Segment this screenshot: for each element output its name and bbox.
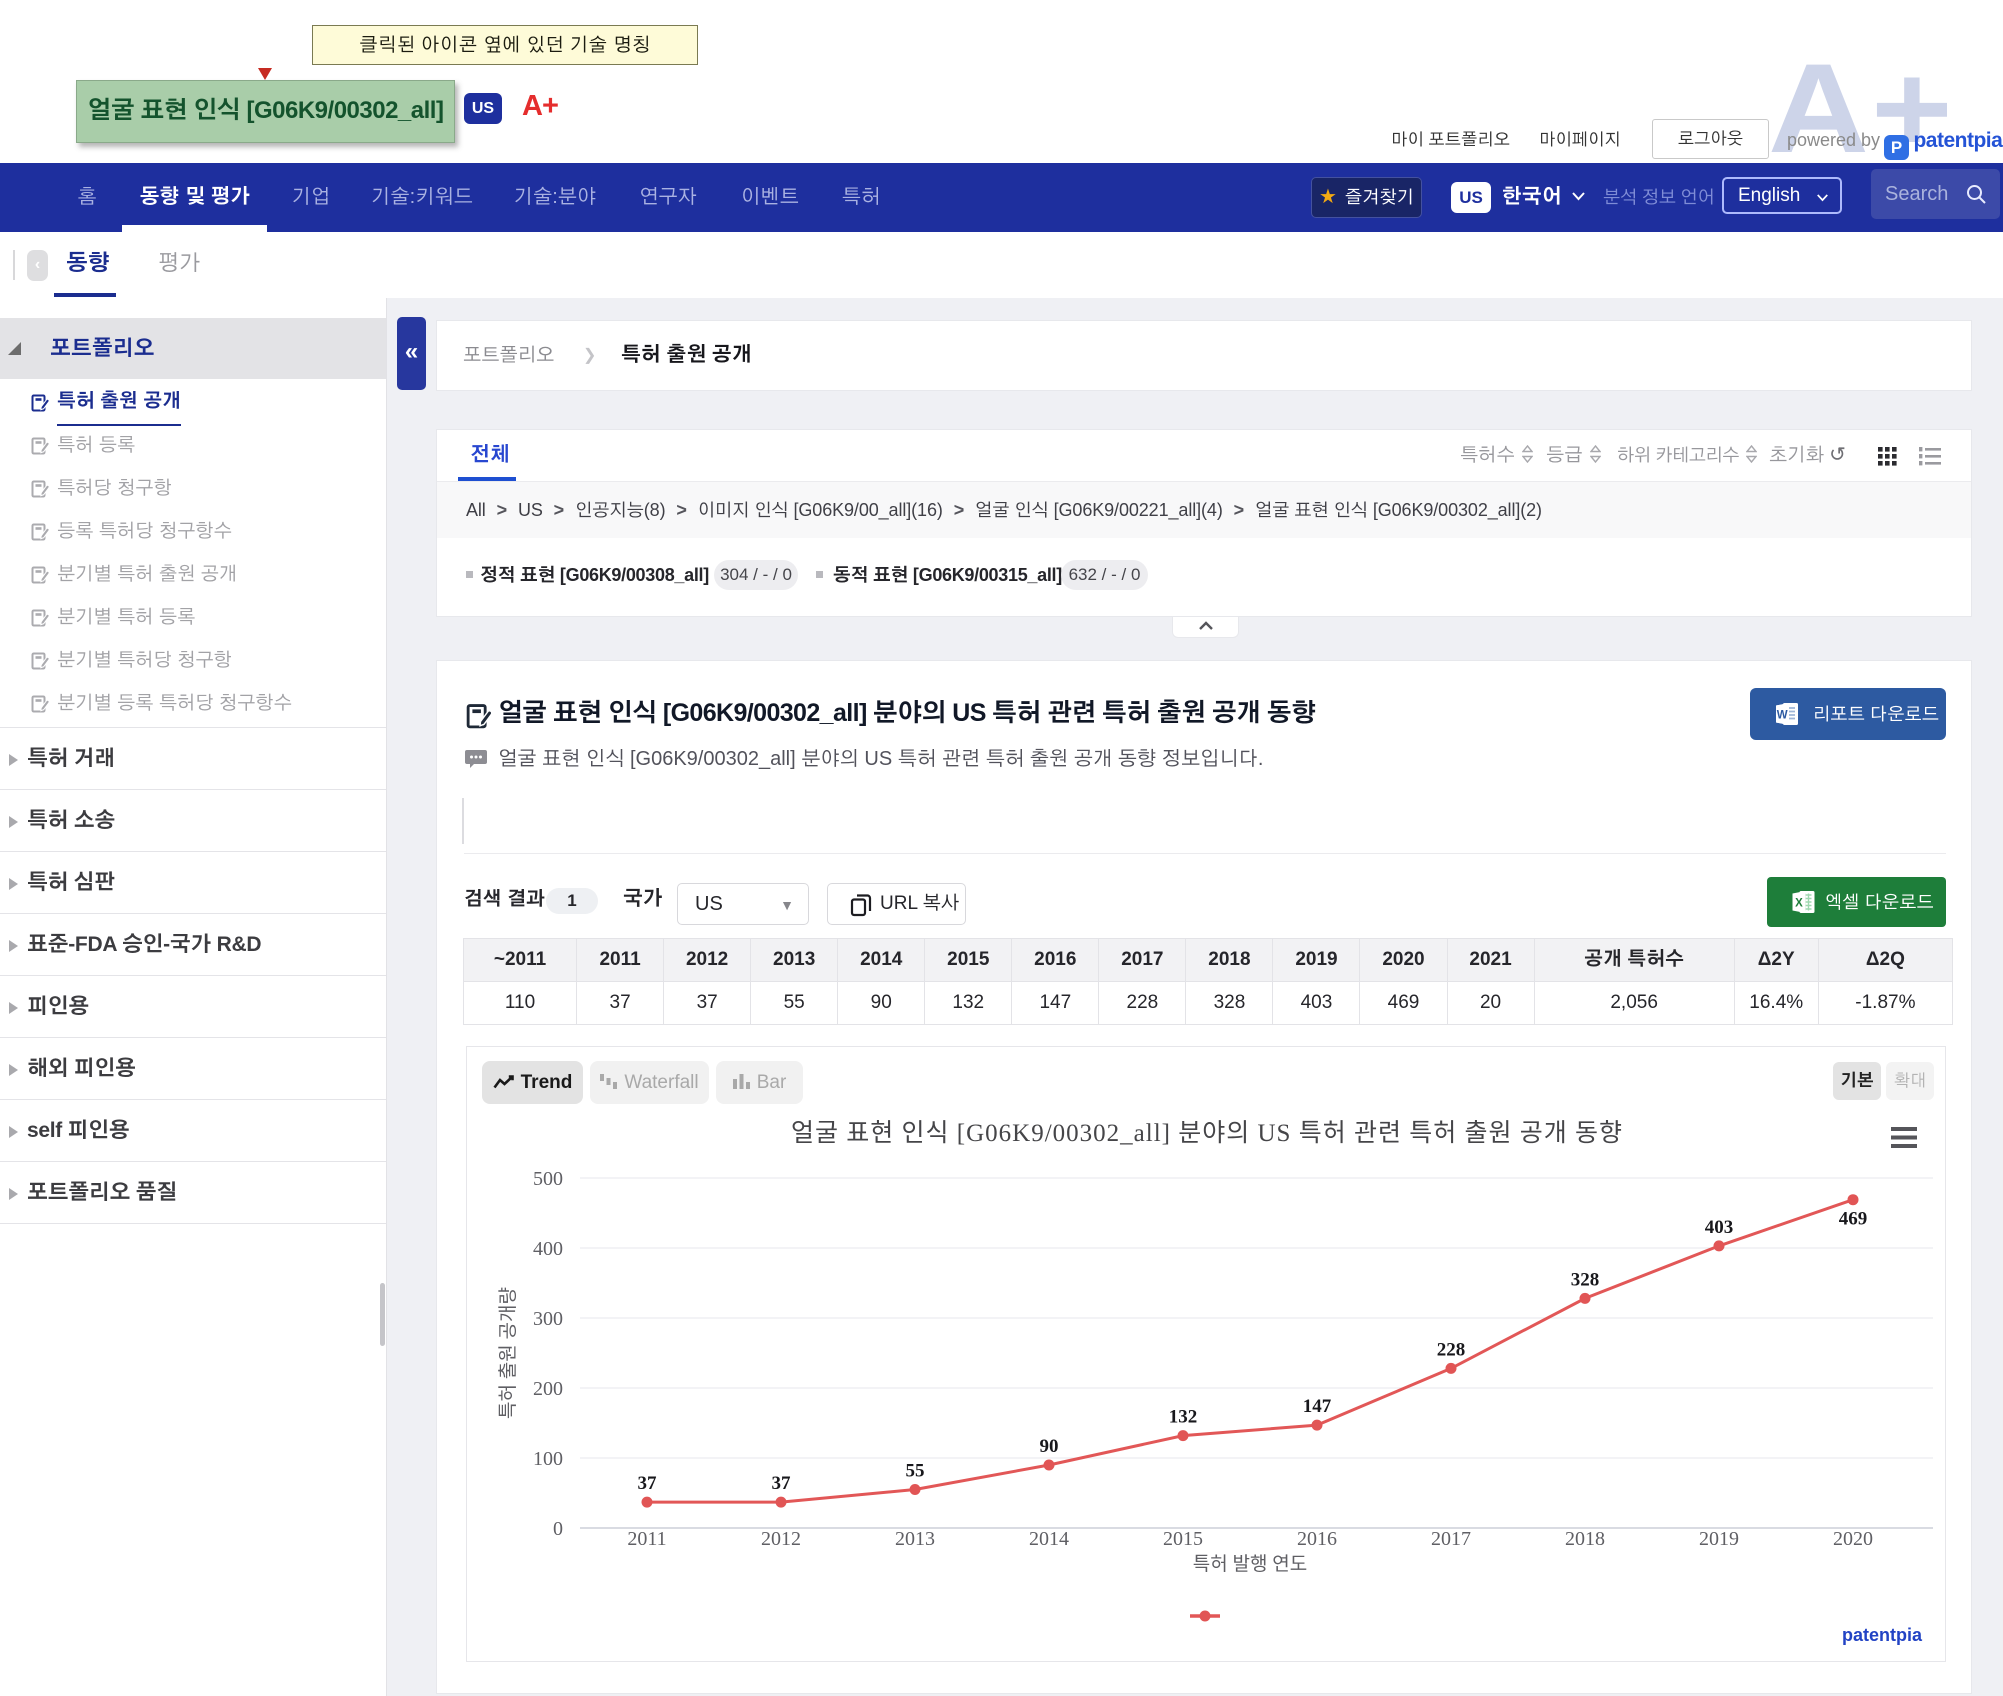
- svg-text:469: 469: [1839, 1209, 1868, 1230]
- svg-text:2013: 2013: [895, 1528, 935, 1550]
- svg-text:147: 147: [1303, 1396, 1332, 1417]
- svg-text:132: 132: [1169, 1407, 1198, 1428]
- svg-text:2019: 2019: [1699, 1528, 1739, 1550]
- svg-text:2012: 2012: [761, 1528, 801, 1550]
- svg-text:228: 228: [1437, 1339, 1466, 1360]
- svg-text:특허 발행 연도: 특허 발행 연도: [1193, 1553, 1307, 1575]
- svg-text:37: 37: [638, 1473, 658, 1494]
- svg-text:300: 300: [533, 1308, 563, 1330]
- svg-text:특허 출원 공개량: 특허 출원 공개량: [497, 1287, 519, 1419]
- svg-text:400: 400: [533, 1238, 563, 1260]
- svg-text:2011: 2011: [627, 1528, 666, 1550]
- svg-text:patentpia: patentpia: [1842, 1625, 1923, 1645]
- svg-text:100: 100: [533, 1448, 563, 1470]
- svg-text:55: 55: [906, 1461, 925, 1482]
- svg-text:90: 90: [1040, 1436, 1059, 1457]
- svg-text:37: 37: [772, 1473, 792, 1494]
- svg-text:328: 328: [1571, 1269, 1600, 1290]
- svg-text:2017: 2017: [1431, 1528, 1471, 1550]
- svg-text:0: 0: [553, 1518, 563, 1540]
- svg-text:403: 403: [1705, 1217, 1734, 1238]
- svg-text:X: X: [1795, 898, 1803, 910]
- svg-text:200: 200: [533, 1378, 563, 1400]
- svg-text:500: 500: [533, 1168, 563, 1190]
- svg-text:얼굴 표현 인식 [G06K9/00302_all] 분야의: 얼굴 표현 인식 [G06K9/00302_all] 분야의 US 특허 관련 …: [791, 1119, 1623, 1147]
- svg-text:2014: 2014: [1029, 1528, 1069, 1550]
- svg-text:2018: 2018: [1565, 1528, 1605, 1550]
- svg-text:2015: 2015: [1163, 1528, 1203, 1550]
- svg-text:2016: 2016: [1297, 1528, 1337, 1550]
- svg-text:2020: 2020: [1833, 1528, 1873, 1550]
- svg-text:W: W: [1777, 710, 1788, 722]
